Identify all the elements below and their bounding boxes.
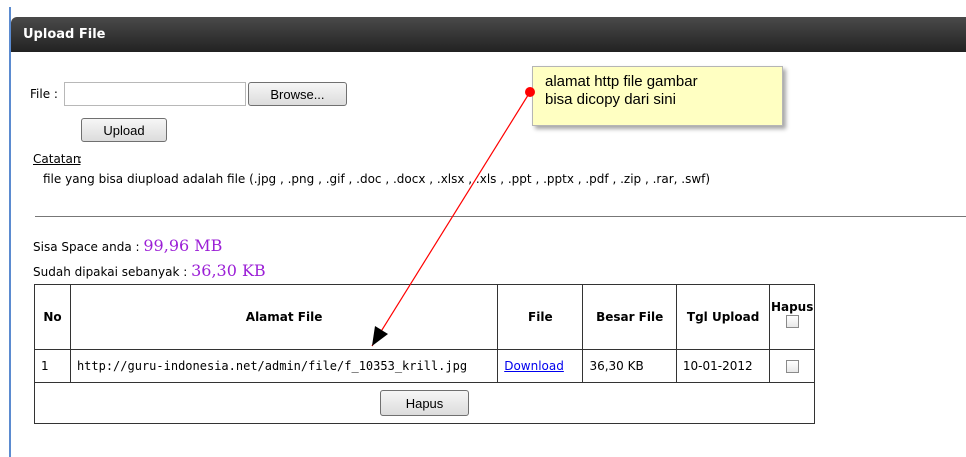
annotation-arrow — [371, 87, 535, 347]
arrow-head — [372, 326, 388, 346]
arrow-line — [371, 91, 531, 347]
